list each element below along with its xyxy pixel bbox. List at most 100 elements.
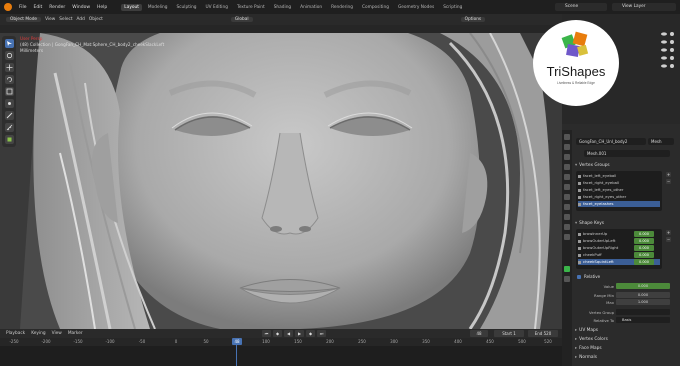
tab-compositing[interactable]: Compositing (359, 4, 392, 11)
next-keyframe-icon[interactable]: ◆ (306, 330, 315, 337)
range-min-field[interactable]: 0.000 (616, 292, 670, 298)
shape-key-value[interactable]: 0.000 (634, 231, 654, 237)
select-box-tool[interactable] (4, 39, 14, 48)
world-tab[interactable] (564, 184, 570, 190)
scene-selector[interactable]: Scene (555, 3, 607, 11)
add-cube-tool[interactable] (4, 135, 14, 144)
playback-menu[interactable]: Playback (6, 331, 25, 336)
jump-start-icon[interactable]: ⏮ (262, 330, 271, 337)
shape-key-value[interactable]: 0.000 (634, 252, 654, 258)
add-menu[interactable]: Add (77, 17, 85, 22)
tab-shading[interactable]: Shading (271, 4, 294, 11)
relative-to-field[interactable]: Basis (616, 317, 670, 323)
output-tab[interactable] (564, 154, 570, 160)
list-item[interactable]: cheekSquintLeft 0.000 (578, 259, 660, 265)
scene-tab[interactable] (564, 174, 570, 180)
view-menu[interactable]: View (45, 17, 55, 22)
list-item[interactable]: facet_right_eyes_other (578, 194, 660, 200)
tool-tab[interactable] (564, 134, 570, 140)
blender-logo-icon[interactable] (4, 3, 12, 11)
end-frame-field[interactable]: End 520 (528, 330, 558, 337)
vertex-group-field[interactable] (616, 309, 670, 315)
face-maps-header[interactable]: ▸ Face Maps (575, 346, 602, 351)
menu-file[interactable]: File (17, 5, 29, 10)
vertex-groups-header[interactable]: ▾ Vertex Groups (575, 163, 610, 168)
tab-texture-paint[interactable]: Texture Paint (234, 4, 268, 11)
relative-checkbox[interactable] (577, 275, 581, 279)
cursor-tool[interactable] (4, 51, 14, 60)
add-vertex-group-button[interactable]: + (666, 172, 671, 177)
add-shape-key-button[interactable]: + (666, 230, 671, 235)
play-icon[interactable]: ▶ (295, 330, 304, 337)
view-layer-selector[interactable]: View Layer (612, 3, 676, 11)
list-item[interactable]: facet_eyelashes (578, 201, 660, 207)
menu-window[interactable]: Window (70, 5, 92, 10)
max-field[interactable]: 1.000 (616, 299, 670, 305)
uv-maps-header[interactable]: ▸ UV Maps (575, 328, 598, 333)
material-tab[interactable] (564, 276, 570, 282)
render-tab[interactable] (564, 144, 570, 150)
list-item[interactable]: facet_left_eyes_other (578, 187, 660, 193)
shape-keys-header[interactable]: ▾ Shape Keys (575, 221, 604, 226)
timeline-view-menu[interactable]: View (52, 331, 62, 336)
marker-menu[interactable]: Marker (68, 331, 83, 336)
frame-ruler[interactable] (0, 338, 562, 346)
physics-tab[interactable] (564, 224, 570, 230)
list-item[interactable]: browOuterUpLeft 0.000 (578, 238, 660, 244)
3d-viewport[interactable] (0, 33, 562, 329)
play-reverse-icon[interactable]: ◀ (284, 330, 293, 337)
tab-layout[interactable]: Layout (121, 3, 142, 11)
remove-vertex-group-button[interactable]: − (666, 179, 671, 184)
transform-tool[interactable] (4, 99, 14, 108)
remove-shape-key-button[interactable]: − (666, 237, 671, 242)
value-field[interactable]: 0.000 (616, 283, 670, 289)
tab-rendering[interactable]: Rendering (328, 4, 356, 11)
playhead[interactable]: 48 (232, 338, 242, 345)
shape-key-value[interactable]: 0.000 (634, 238, 654, 244)
options-dropdown[interactable]: Options (460, 17, 486, 22)
tab-modeling[interactable]: Modeling (145, 4, 171, 11)
measure-tool[interactable] (4, 123, 14, 132)
current-frame-field[interactable]: 48 (470, 330, 488, 337)
shape-key-value[interactable]: 0.000 (634, 259, 654, 265)
list-item[interactable]: facet_left_eyeball (578, 173, 660, 179)
view-layer-tab[interactable] (564, 164, 570, 170)
playback-controls: ⏮ ◆ ◀ ▶ ◆ ⏭ (262, 330, 326, 337)
mesh-data-tab[interactable] (564, 266, 570, 272)
prev-keyframe-icon[interactable]: ◆ (273, 330, 282, 337)
object-name-field[interactable]: GongFan_CH_UnI_body2 (576, 138, 646, 145)
visibility-icon[interactable] (660, 30, 676, 72)
tab-animation[interactable]: Animation (297, 4, 325, 11)
shape-key-value[interactable]: 0.000 (634, 245, 654, 251)
mesh-datablock-field[interactable]: Mesh.001 (584, 150, 670, 157)
tab-scripting[interactable]: Scripting (440, 4, 465, 11)
list-item[interactable]: browOuterUpRight 0.000 (578, 245, 660, 251)
object-menu[interactable]: Object (89, 17, 103, 22)
tab-uv-editing[interactable]: UV Editing (203, 4, 231, 11)
tab-sculpting[interactable]: Sculpting (173, 4, 199, 11)
tab-geometry-nodes[interactable]: Geometry Nodes (395, 4, 437, 11)
scale-tool[interactable] (4, 87, 14, 96)
modifier-tab[interactable] (564, 204, 570, 210)
menu-render[interactable]: Render (47, 5, 67, 10)
particles-tab[interactable] (564, 214, 570, 220)
constraints-tab[interactable] (564, 234, 570, 240)
object-tab[interactable] (564, 194, 570, 200)
move-tool[interactable] (4, 63, 14, 72)
list-item[interactable]: cheekPuff 0.000 (578, 252, 660, 258)
normals-header[interactable]: ▸ Normals (575, 355, 597, 360)
keying-menu[interactable]: Keying (31, 331, 45, 336)
start-frame-field[interactable]: Start 1 (494, 330, 524, 337)
menu-edit[interactable]: Edit (32, 5, 45, 10)
list-item[interactable]: facet_right_eyeball (578, 180, 660, 186)
vertex-colors-header[interactable]: ▸ Vertex Colors (575, 337, 608, 342)
select-menu[interactable]: Select (59, 17, 72, 22)
jump-end-icon[interactable]: ⏭ (317, 330, 326, 337)
mode-dropdown[interactable]: Object Mode (6, 17, 42, 22)
list-item[interactable]: browInnerUp 0.000 (578, 231, 660, 237)
transform-orientation-dropdown[interactable]: Global (230, 17, 253, 22)
menu-help[interactable]: Help (95, 5, 109, 10)
annotate-tool[interactable] (4, 111, 14, 120)
rotate-tool[interactable] (4, 75, 14, 84)
mesh-type-field[interactable]: Mesh (648, 138, 674, 145)
